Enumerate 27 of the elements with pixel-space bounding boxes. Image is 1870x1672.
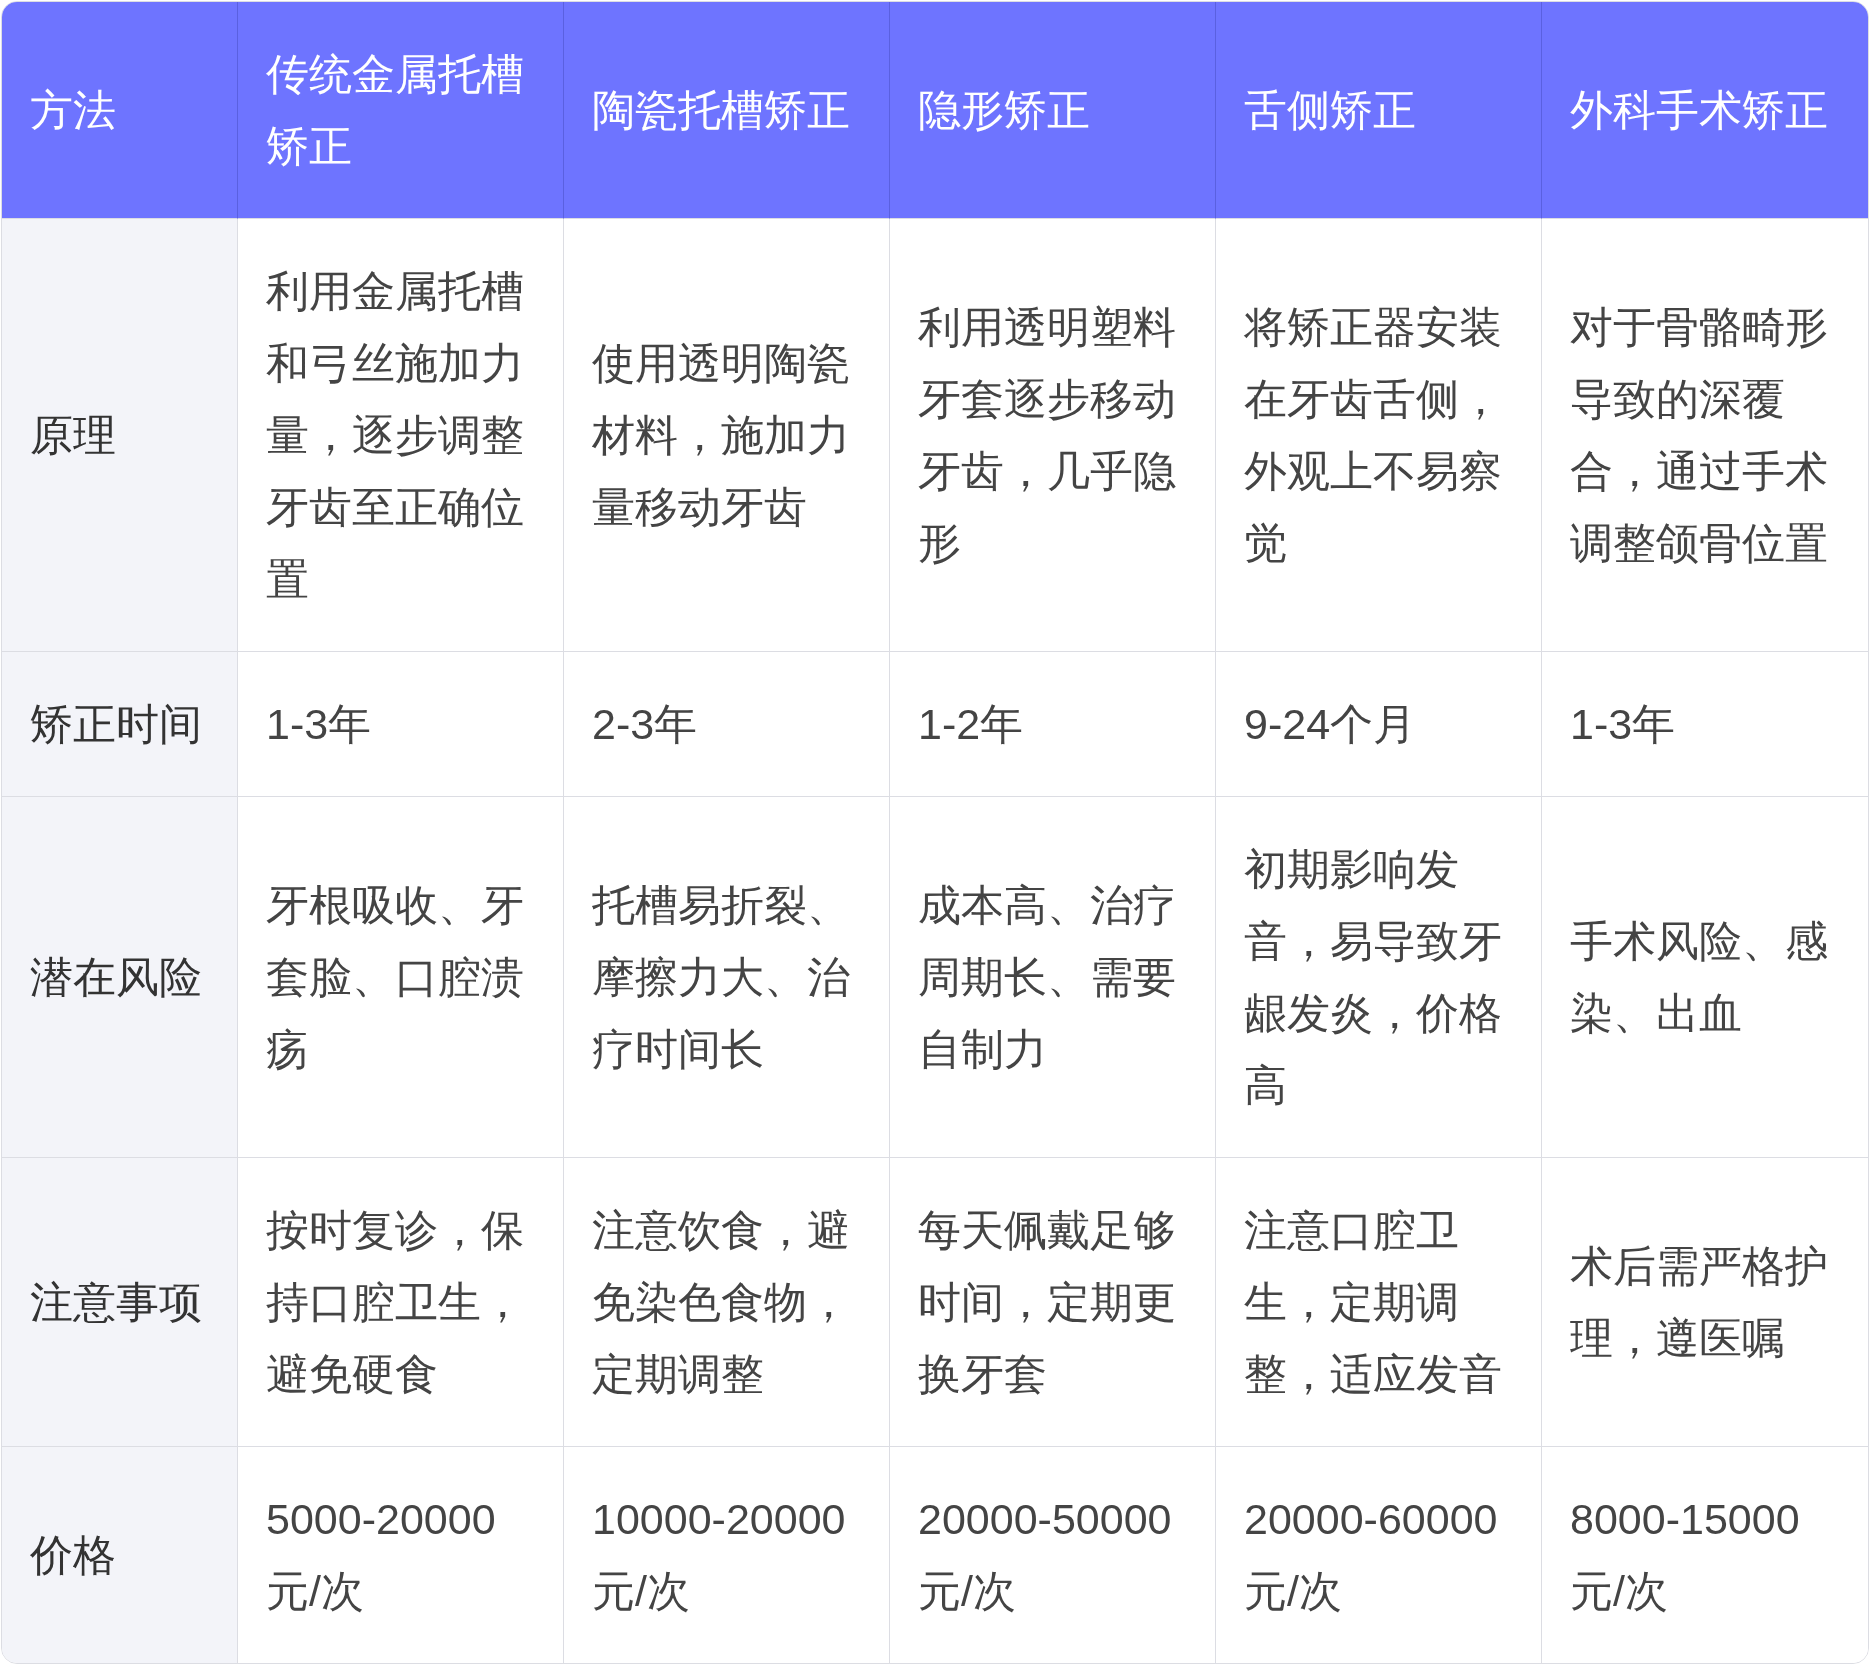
table-cell: 9-24个月: [1216, 652, 1542, 797]
table-cell: 牙根吸收、牙套脸、口腔溃疡: [238, 797, 564, 1158]
table-cell: 每天佩戴足够时间，定期更换牙套: [890, 1158, 1216, 1447]
table-cell: 1-2年: [890, 652, 1216, 797]
table-cell: 利用透明塑料牙套逐步移动牙齿，几乎隐形: [890, 219, 1216, 652]
table-cell: 注意口腔卫生，定期调整，适应发音: [1216, 1158, 1542, 1447]
table-cell: 按时复诊，保持口腔卫生，避免硬食: [238, 1158, 564, 1447]
row-header: 注意事项: [2, 1158, 238, 1447]
column-header: 传统金属托槽矫正: [238, 2, 564, 219]
row-header: 原理: [2, 219, 238, 652]
row-header: 潜在风险: [2, 797, 238, 1158]
table-cell: 使用透明陶瓷材料，施加力量移动牙齿: [564, 219, 890, 652]
row-header: 价格: [2, 1447, 238, 1663]
row-header: 矫正时间: [2, 652, 238, 797]
column-header: 隐形矫正: [890, 2, 1216, 219]
column-header: 外科手术矫正: [1542, 2, 1868, 219]
table-cell: 将矫正器安装在牙齿舌侧，外观上不易察觉: [1216, 219, 1542, 652]
column-header: 舌侧矫正: [1216, 2, 1542, 219]
table-cell: 初期影响发音，易导致牙龈发炎，价格高: [1216, 797, 1542, 1158]
table-cell: 托槽易折裂、摩擦力大、治疗时间长: [564, 797, 890, 1158]
table-cell: 注意饮食，避免染色食物，定期调整: [564, 1158, 890, 1447]
table-cell: 利用金属托槽和弓丝施加力量，逐步调整牙齿至正确位置: [238, 219, 564, 652]
table-cell: 1-3年: [238, 652, 564, 797]
column-header: 陶瓷托槽矫正: [564, 2, 890, 219]
table-cell: 2-3年: [564, 652, 890, 797]
column-header: 方法: [2, 2, 238, 219]
table-cell: 成本高、治疗周期长、需要自制力: [890, 797, 1216, 1158]
